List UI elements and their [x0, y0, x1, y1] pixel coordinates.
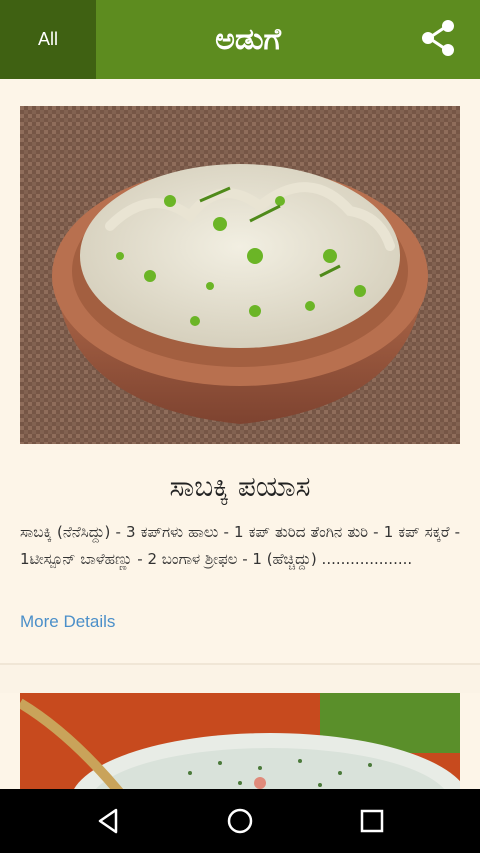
more-details-link[interactable]: More Details — [20, 612, 115, 632]
all-tab[interactable]: All — [0, 0, 96, 79]
recipe-description: ಸಾಬಕ್ಕಿ (ನೆನೆಸಿದ್ದು) - 3 ಕಪ್‌ಗಳು ಹಾಲು - … — [20, 523, 460, 568]
home-button[interactable] — [224, 805, 256, 837]
recipe-title[interactable]: ಸಾಬಕ್ಕಿ ಪಯಾಸ — [20, 470, 460, 504]
recents-button[interactable] — [356, 805, 388, 837]
share-icon — [422, 20, 454, 56]
recents-icon — [360, 809, 384, 833]
recipe-list[interactable]: ಸಾಬಕ್ಕಿ ಪಯಾಸ ಸಾಬಕ್ಕಿ (ನೆನೆಸಿದ್ದು) - 3 ಕಪ… — [0, 79, 480, 789]
system-nav-bar — [0, 789, 480, 853]
recipe-card[interactable]: ಸಾಬಕ್ಕಿ ಪಯಾಸ ಸಾಬಕ್ಕಿ (ನೆನೆಸಿದ್ದು) - 3 ಕಪ… — [0, 79, 480, 665]
recipe-image[interactable] — [20, 693, 460, 789]
app-title: ಅಡುಗೆ — [215, 22, 281, 57]
share-button[interactable] — [418, 18, 458, 58]
home-icon — [227, 808, 253, 834]
back-button[interactable] — [92, 805, 124, 837]
recipe-image[interactable] — [20, 106, 460, 444]
back-icon — [98, 808, 118, 834]
recipe-card[interactable] — [0, 693, 480, 789]
app-bar: All ಅಡುಗೆ — [0, 0, 480, 79]
